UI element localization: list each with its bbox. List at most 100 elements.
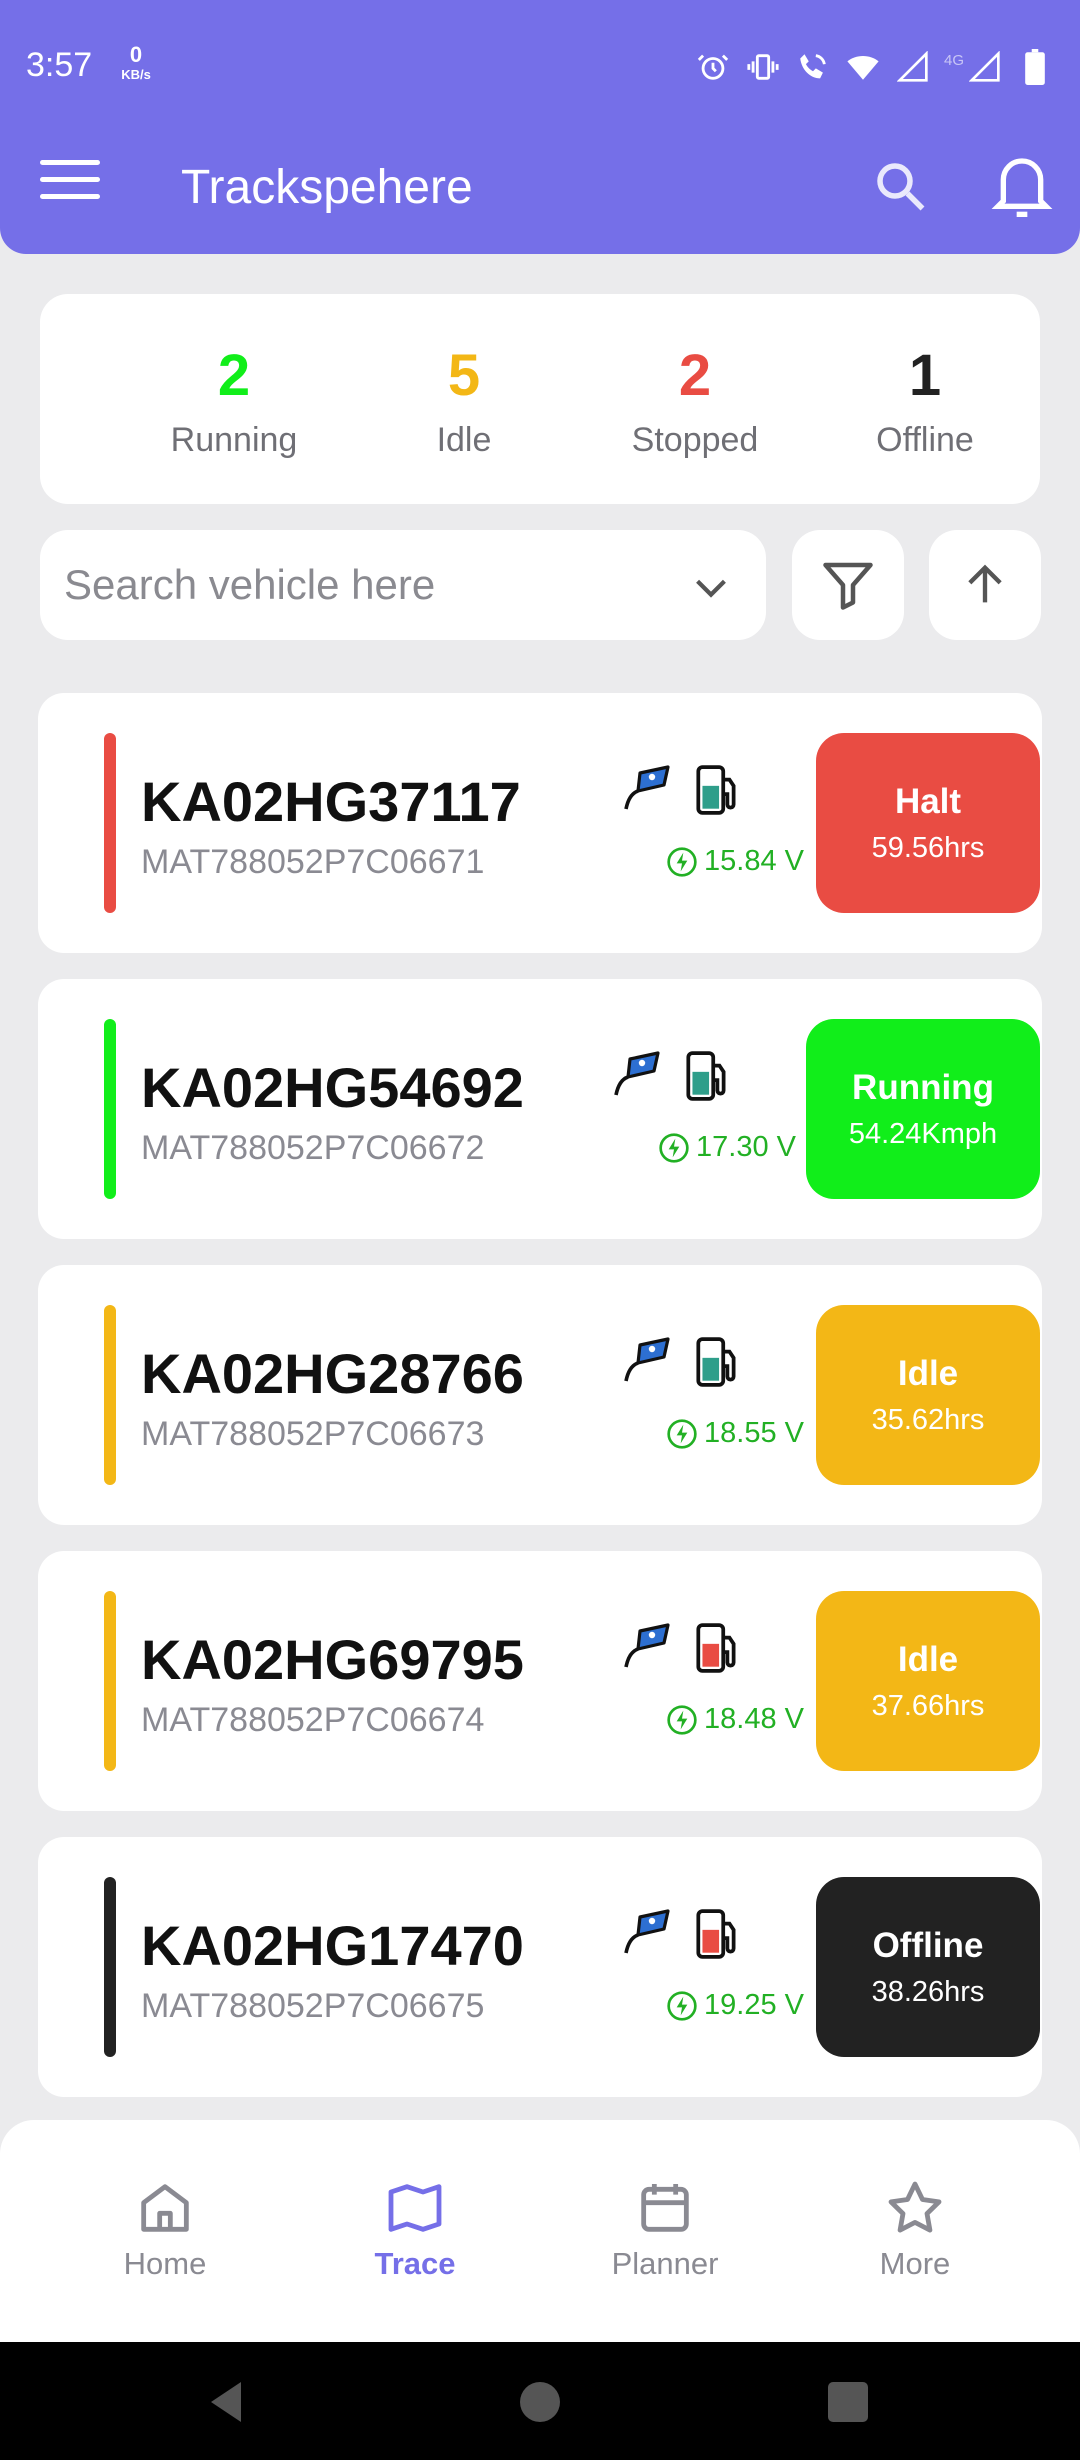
page-title: Trackspehere: [181, 161, 473, 214]
battery-voltage: 15.84 V: [666, 845, 804, 878]
vehicle-plate: KA02HG69795: [141, 1628, 524, 1691]
vehicle-vin: MAT788052P7C06675: [141, 1987, 485, 2025]
summary-stopped[interactable]: 2 Stopped: [595, 342, 795, 460]
status-bar: 3:57 0 KB/s 4G: [0, 0, 1080, 130]
status-detail: 54.24Kmph: [848, 1117, 998, 1150]
status-badge[interactable]: Idle 37.66hrs: [816, 1591, 1040, 1771]
summary-running[interactable]: 2 Running: [134, 342, 334, 460]
status-detail: 38.26hrs: [871, 1975, 985, 2008]
nav-planner[interactable]: Planner: [565, 2176, 765, 2282]
status-label: Running: [852, 1067, 994, 1107]
status-color-bar: [104, 1305, 116, 1485]
status-time: 3:57: [26, 46, 93, 84]
status-summary: 2 Running 5 Idle 2 Stopped 1 Offline: [40, 294, 1040, 504]
fuel-pour-icon: [614, 1051, 660, 1096]
vehicle-card[interactable]: KA02HG37117 MAT788052P7C06671 15.84 V Halt 5…: [38, 693, 1042, 953]
lightning-icon: [667, 1418, 697, 1449]
chevron-down-icon[interactable]: [688, 564, 734, 610]
calendar-icon: [641, 2184, 689, 2232]
recents-icon[interactable]: [818, 2372, 878, 2432]
system-navigation-bar: [0, 2342, 1080, 2460]
voltage-value: 18.55 V: [704, 1417, 804, 1449]
status-detail: 59.56hrs: [871, 831, 985, 864]
voltage-value: 18.48 V: [704, 1703, 804, 1735]
vehicle-plate: KA02HG17470: [141, 1914, 524, 1977]
status-label: Idle: [897, 1353, 959, 1393]
signal-icon-2: [966, 48, 1004, 86]
lightning-icon: [667, 1704, 697, 1735]
lightning-icon: [659, 1132, 689, 1163]
summary-idle[interactable]: 5 Idle: [364, 342, 564, 460]
status-label: Idle: [897, 1639, 959, 1679]
sort-button[interactable]: [929, 530, 1041, 640]
status-badge[interactable]: Running 54.24Kmph: [806, 1019, 1040, 1199]
search-input[interactable]: [64, 550, 664, 620]
battery-voltage: 19.25 V: [666, 1989, 804, 2022]
star-icon: [888, 2181, 942, 2233]
hamburger-menu-icon[interactable]: [40, 160, 100, 212]
vehicle-plate: KA02HG28766: [141, 1342, 524, 1405]
battery-voltage: 18.55 V: [666, 1417, 804, 1450]
fuel-station-icon: [696, 1337, 736, 1387]
fuel-station-icon: [686, 1051, 726, 1101]
vehicle-vin: MAT788052P7C06671: [141, 843, 485, 881]
map-icon: [388, 2184, 442, 2232]
status-badge[interactable]: Idle 35.62hrs: [816, 1305, 1040, 1485]
back-icon[interactable]: [196, 2372, 256, 2432]
network-type: 4G: [943, 51, 964, 69]
fuel-station-icon: [696, 1623, 736, 1673]
home-circle-icon[interactable]: [510, 2372, 570, 2432]
home-icon: [141, 2184, 189, 2232]
app-bar: 3:57 0 KB/s 4G Trackspehere: [0, 0, 1080, 254]
battery-voltage: 17.30 V: [658, 1131, 796, 1164]
fuel-pour-icon: [624, 1337, 670, 1382]
search-icon[interactable]: [870, 156, 930, 216]
status-label: Halt: [894, 781, 962, 821]
status-icons: 4G: [694, 48, 1054, 86]
nav-trace[interactable]: Trace: [315, 2176, 515, 2282]
lightning-icon: [667, 846, 697, 877]
lightning-icon: [667, 1990, 697, 2021]
nav-home[interactable]: Home: [65, 2176, 265, 2282]
vehicle-card[interactable]: KA02HG69795 MAT788052P7C06674 18.48 V Idle 3…: [38, 1551, 1042, 1811]
voltage-value: 17.30 V: [696, 1131, 796, 1163]
vehicle-card[interactable]: KA02HG54692 MAT788052P7C06672 17.30 V Runni…: [38, 979, 1042, 1239]
filter-button[interactable]: [792, 530, 904, 640]
network-speed: 0 KB/s: [121, 42, 151, 82]
voltage-value: 19.25 V: [704, 1989, 804, 2021]
arrow-up-icon: [968, 564, 1002, 603]
status-badge[interactable]: Offline 38.26hrs: [816, 1877, 1040, 2057]
vehicle-vin: MAT788052P7C06672: [141, 1129, 485, 1167]
fuel-pour-icon: [624, 765, 670, 810]
nav-more[interactable]: More: [815, 2176, 1015, 2282]
vibrate-icon: [744, 48, 782, 86]
vehicle-vin: MAT788052P7C06674: [141, 1701, 485, 1739]
status-color-bar: [104, 1591, 116, 1771]
bell-icon[interactable]: [990, 150, 1054, 220]
voltage-value: 15.84 V: [704, 845, 804, 877]
vehicle-card[interactable]: KA02HG28766 MAT788052P7C06673 18.55 V Idle 3…: [38, 1265, 1042, 1525]
battery-icon: [1016, 48, 1054, 86]
fuel-pour-icon: [624, 1909, 670, 1954]
summary-offline[interactable]: 1 Offline: [825, 342, 1025, 460]
status-color-bar: [104, 1877, 116, 2057]
fuel-station-icon: [696, 765, 736, 815]
vehicle-search[interactable]: [40, 530, 766, 640]
status-badge[interactable]: Halt 59.56hrs: [816, 733, 1040, 913]
fuel-pour-icon: [624, 1623, 670, 1668]
status-detail: 37.66hrs: [871, 1689, 985, 1722]
vehicle-vin: MAT788052P7C06673: [141, 1415, 485, 1453]
wifi-call-icon: [794, 48, 832, 86]
status-label: Offline: [872, 1925, 984, 1965]
bottom-navigation: Home Trace Planner More: [0, 2120, 1080, 2342]
vehicle-card[interactable]: KA02HG17470 MAT788052P7C06675 19.25 V Offli…: [38, 1837, 1042, 2097]
status-color-bar: [104, 733, 116, 913]
battery-voltage: 18.48 V: [666, 1703, 804, 1736]
status-detail: 35.62hrs: [871, 1403, 985, 1436]
vehicle-plate: KA02HG37117: [141, 770, 521, 833]
fuel-station-icon: [696, 1909, 736, 1959]
signal-icon: [894, 48, 932, 86]
alarm-icon: [694, 48, 732, 86]
status-color-bar: [104, 1019, 116, 1199]
vehicle-plate: KA02HG54692: [141, 1056, 524, 1119]
